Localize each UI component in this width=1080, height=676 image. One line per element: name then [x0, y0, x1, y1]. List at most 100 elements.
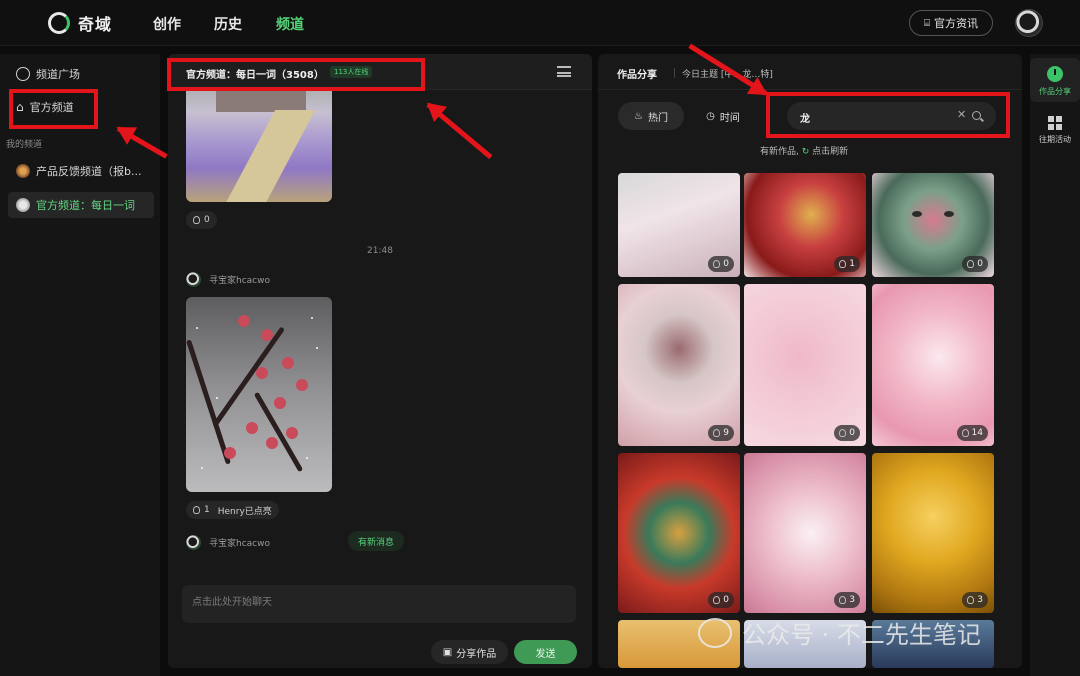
bulb-icon: [839, 596, 847, 604]
bulb-icon: [839, 429, 847, 437]
tab-time[interactable]: ◷ 时间: [696, 102, 750, 130]
like-count-badge: 3: [834, 592, 860, 608]
logo-icon: [48, 12, 70, 34]
message-sender: 寻宝家hcacwo: [186, 535, 270, 550]
like-count-badge: 1: [834, 256, 860, 272]
gallery-tile[interactable]: 0: [744, 284, 866, 446]
refresh-prefix: 有新作品,: [760, 147, 799, 157]
image-icon: ▣: [442, 646, 453, 658]
plum-blossom-image[interactable]: [186, 297, 332, 492]
sender-avatar[interactable]: [186, 272, 201, 287]
like-count: 3: [977, 595, 983, 605]
like-button[interactable]: 1 Henry已点亮: [186, 501, 279, 519]
bulb-icon: [713, 596, 721, 604]
sidebar-item-channel-square[interactable]: 频道广场: [8, 61, 154, 87]
refresh-link[interactable]: 点击刷新: [812, 147, 848, 157]
like-count: 0: [204, 215, 210, 225]
nav-history[interactable]: 历史: [214, 14, 242, 34]
my-channels-heading: 我的频道: [6, 140, 43, 150]
gallery-tile[interactable]: 9: [618, 284, 740, 446]
chat-panel: 官方频道：每日一词（3508） 113人在线 0 21:48 寻宝家hcacwo: [168, 54, 592, 668]
like-count-badge: 14: [956, 425, 988, 441]
gallery-title: 作品分享: [617, 70, 657, 81]
gallery-tile[interactable]: 1: [744, 173, 866, 277]
bulb-icon: [713, 260, 721, 268]
like-count-badge: 3: [962, 592, 988, 608]
like-count: 0: [723, 259, 729, 269]
logo-text: 奇域: [78, 15, 113, 34]
watermark-text: 公众号 · 不二先生笔记: [742, 621, 981, 649]
sender-avatar[interactable]: [186, 535, 201, 550]
wechat-icon: [698, 617, 732, 648]
official-news-label: 官方资讯: [934, 17, 978, 30]
bulb-icon: [193, 506, 200, 514]
send-button[interactable]: 发送: [514, 640, 577, 664]
highlight-box-search: [766, 92, 1010, 138]
liked-by-text: Henry已点亮: [217, 506, 272, 517]
share-work-label: 分享作品: [456, 648, 497, 660]
clock-icon: ◷: [706, 110, 715, 122]
like-count-badge: 0: [708, 256, 734, 272]
rail-item-works-share[interactable]: 作品分享: [1030, 58, 1080, 102]
chat-input[interactable]: 点击此处开始聊天: [182, 585, 576, 623]
sidebar-item-daily-word[interactable]: 官方频道：每日一词: [8, 192, 154, 218]
rail-item-past-events[interactable]: 往期活动: [1030, 116, 1080, 156]
top-bar: 奇域 创作 历史 频道 ⌸ 官方资讯: [0, 0, 1080, 46]
message-sender: 寻宝家hcacwo: [186, 272, 270, 287]
like-button[interactable]: 0: [186, 211, 217, 229]
like-count: 0: [849, 428, 855, 438]
refresh-notice: 有新作品, ↻ 点击刷新: [760, 144, 848, 157]
nav-create[interactable]: 创作: [153, 14, 181, 34]
highlight-box-official-channel: [9, 89, 98, 129]
like-count: 1: [849, 259, 855, 269]
flame-icon: ♨: [634, 110, 643, 122]
rail-item-label: 往期活动: [1039, 135, 1071, 144]
bulb-icon: [961, 429, 969, 437]
gallery-tile[interactable]: 14: [872, 284, 994, 446]
sender-name: 寻宝家hcacwo: [209, 276, 270, 286]
tab-hot[interactable]: ♨ 热门: [618, 102, 684, 130]
sidebar-item-label: 产品反馈频道（报b...: [36, 165, 142, 178]
lavender-field-image[interactable]: [186, 90, 332, 202]
gallery-tile[interactable]: 0: [872, 173, 994, 277]
bulb-icon: [967, 596, 975, 604]
compass-icon: [16, 67, 30, 81]
highlight-box-channel-title: [167, 58, 425, 91]
like-count: 9: [723, 428, 729, 438]
gallery-tile[interactable]: 0: [618, 173, 740, 277]
like-count-badge: 9: [708, 425, 734, 441]
like-count: 14: [971, 428, 983, 438]
bulb-icon: [839, 260, 847, 268]
gallery-tile[interactable]: 3: [872, 453, 994, 613]
gallery-tile[interactable]: 3: [744, 453, 866, 613]
official-news-button[interactable]: ⌸ 官方资讯: [909, 10, 993, 36]
rail-item-label: 作品分享: [1039, 87, 1071, 96]
news-icon: ⌸: [924, 17, 930, 29]
bulb-icon: [967, 260, 975, 268]
new-message-badge[interactable]: 有新消息: [348, 531, 405, 551]
bulb-icon: [193, 216, 200, 224]
gallery-panel: 作品分享 今日主题 [中…龙…特] ♨ 热门 ◷ 时间 龙 ✕ 有新作品, ↻ …: [598, 54, 1022, 668]
gallery-header: 作品分享 今日主题 [中…龙…特]: [598, 54, 1022, 90]
menu-icon[interactable]: [557, 66, 571, 77]
sidebar-item-label: 频道广场: [36, 68, 80, 81]
clock-icon: [1047, 66, 1063, 82]
sender-name: 寻宝家hcacwo: [209, 539, 270, 549]
like-count: 1: [204, 505, 210, 515]
tab-hot-label: 热门: [647, 112, 668, 124]
grid-icon: [1048, 116, 1062, 130]
logo[interactable]: 奇域: [48, 11, 112, 35]
like-count-badge: 0: [834, 425, 860, 441]
like-count: 3: [849, 595, 855, 605]
bulb-icon: [713, 429, 721, 437]
tab-time-label: 时间: [719, 112, 740, 124]
watermark: 公众号 · 不二先生笔记: [698, 615, 981, 650]
message-timestamp: 21:48: [367, 246, 393, 256]
gallery-tile[interactable]: 0: [618, 453, 740, 613]
sidebar-item-feedback-channel[interactable]: 产品反馈频道（报b...: [8, 158, 154, 184]
share-work-button[interactable]: ▣ 分享作品: [431, 640, 508, 664]
user-avatar[interactable]: [1015, 9, 1043, 37]
refresh-icon: ↻: [801, 147, 810, 157]
right-rail: 作品分享 往期活动: [1030, 54, 1080, 676]
nav-channel[interactable]: 频道: [276, 14, 304, 34]
